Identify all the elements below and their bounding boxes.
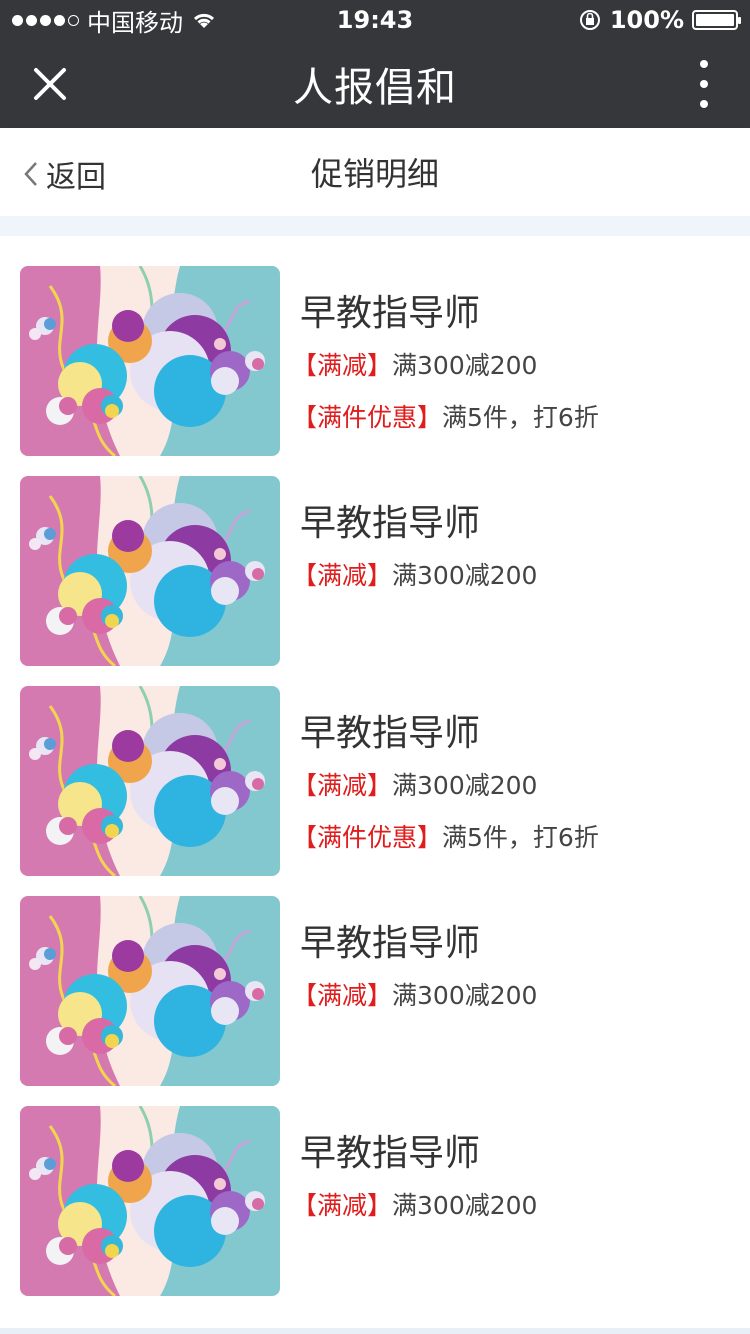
product-image [20, 686, 280, 876]
promo-tag: 【满减】 [292, 771, 393, 800]
more-vertical-icon [700, 60, 708, 68]
promo-tag: 【满件优惠】 [292, 403, 443, 432]
list-item[interactable]: 早教指导师 【满减】满300减200 [0, 1076, 750, 1296]
item-title: 早教指导师 [300, 293, 481, 334]
list-item[interactable]: 早教指导师 【满减】满300减200 [0, 866, 750, 1086]
bottom-divider [0, 1328, 750, 1334]
promo-tag: 【满件优惠】 [292, 823, 443, 852]
list-item[interactable]: 早教指导师 【满减】满300减200 [0, 446, 750, 666]
product-image [20, 896, 280, 1086]
battery-icon [692, 10, 741, 30]
promo-tag: 【满减】 [292, 561, 393, 590]
promo-line: 【满件优惠】满5件，打6折 [292, 818, 599, 854]
item-title: 早教指导师 [300, 1133, 481, 1174]
product-image [20, 266, 280, 456]
item-title: 早教指导师 [300, 923, 481, 964]
product-image [20, 1106, 280, 1296]
list-item[interactable]: 早教指导师 【满减】满300减200 【满件优惠】满5件，打6折 [0, 236, 750, 456]
signal-icon [12, 14, 79, 26]
promo-tag: 【满减】 [292, 981, 393, 1010]
status-right: 100% [578, 6, 741, 34]
promo-text: 满5件，打6折 [442, 403, 599, 432]
close-button[interactable] [28, 62, 72, 106]
page-title: 促销明细 [310, 155, 439, 193]
battery-percent: 100% [609, 6, 684, 34]
list-item[interactable]: 早教指导师 【满减】满300减200 【满件优惠】满5件，打6折 [0, 656, 750, 876]
back-button[interactable]: 返回 [20, 152, 106, 196]
promo-text: 满300减200 [392, 981, 538, 1010]
promo-tag: 【满减】 [292, 351, 393, 380]
close-icon [34, 68, 66, 100]
promo-line: 【满减】满300减200 [292, 766, 537, 802]
promo-tag: 【满减】 [292, 1191, 393, 1220]
chevron-left-icon [24, 162, 37, 186]
status-left: 中国移动 [12, 3, 217, 38]
product-image [20, 476, 280, 666]
sub-header: 返回 促销明细 [0, 128, 750, 216]
item-title: 早教指导师 [300, 713, 481, 754]
more-button[interactable] [696, 60, 712, 108]
promo-line: 【满减】满300减200 [292, 976, 537, 1012]
promo-text: 满5件，打6折 [442, 823, 599, 852]
app-title: 人报倡和 [293, 65, 457, 111]
promo-line: 【满件优惠】满5件，打6折 [292, 398, 599, 434]
carrier-label: 中国移动 [87, 8, 183, 37]
title-bar: 人报倡和 [0, 40, 750, 128]
promo-line: 【满减】满300减200 [292, 556, 537, 592]
back-label: 返回 [46, 160, 106, 195]
status-bar: 中国移动 19:43 100% [0, 0, 750, 40]
promo-text: 满300减200 [392, 561, 538, 590]
wifi-icon [193, 13, 215, 28]
promo-line: 【满减】满300减200 [292, 346, 537, 382]
promo-text: 满300减200 [392, 771, 538, 800]
orientation-lock-icon [579, 10, 600, 30]
item-title: 早教指导师 [300, 503, 481, 544]
promo-line: 【满减】满300减200 [292, 1186, 537, 1222]
promo-text: 满300减200 [392, 1191, 538, 1220]
section-divider [0, 216, 750, 236]
promo-text: 满300减200 [392, 351, 538, 380]
